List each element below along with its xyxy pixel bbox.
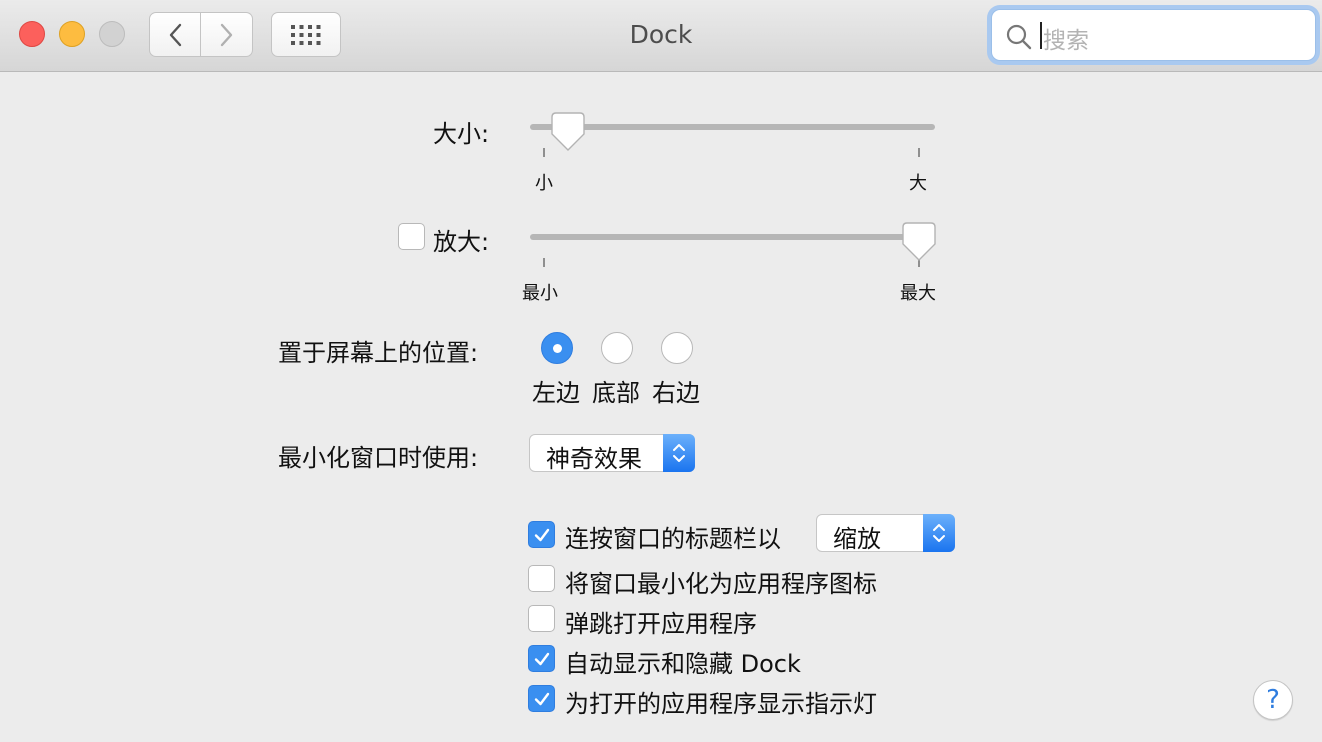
minimize-effect-popup[interactable]: 神奇效果 [529,434,695,473]
title-bar: Dock 搜索 [0,0,1322,72]
search-field[interactable]: 搜索 [991,9,1316,61]
minimize-effect-value: 神奇效果 [546,445,642,473]
checkmark-icon [534,692,550,706]
updown-arrows-icon [663,434,695,472]
autohide-dock-checkbox[interactable] [528,645,555,672]
position-bottom-label: 底部 [592,379,640,407]
magnification-max-label: 最大 [900,283,936,304]
option-label: 将窗口最小化为应用程序图标 [565,570,877,598]
magnification-label: 放大: [433,228,490,256]
option-label: 为打开的应用程序显示指示灯 [565,690,877,718]
size-slider-thumb[interactable] [551,112,585,152]
size-max-label: 大 [909,173,927,194]
position-right-label: 右边 [652,379,700,407]
minimize-into-app-icon-checkbox[interactable] [528,565,555,592]
minimize-effect-label: 最小化窗口时使用: [278,444,479,472]
titlebar-double-click-checkbox[interactable] [528,521,555,548]
checkmark-icon [534,652,550,666]
titlebar-double-click-value: 缩放 [833,525,881,553]
magnification-checkbox[interactable] [398,223,425,250]
size-label: 大小: [433,120,490,148]
magnification-slider-thumb[interactable] [902,222,936,262]
position-right-radio[interactable] [661,332,693,364]
size-max-tick [918,148,920,157]
option-label: 弹跳打开应用程序 [565,610,757,638]
help-button[interactable]: ? [1253,680,1293,720]
position-label: 置于屏幕上的位置: [278,339,479,367]
checkmark-icon [534,528,550,542]
titlebar-double-click-label: 连按窗口的标题栏以 [565,525,781,553]
position-bottom-radio[interactable] [601,332,633,364]
magnification-min-label: 最小 [522,283,558,304]
updown-arrows-icon [923,514,955,552]
option-label: 自动显示和隐藏 Dock [565,650,801,678]
magnification-slider-track[interactable] [530,234,935,240]
text-cursor [1040,22,1042,49]
animate-opening-checkbox[interactable] [528,605,555,632]
titlebar-double-click-popup[interactable]: 缩放 [816,514,955,553]
search-placeholder: 搜索 [1043,28,1089,54]
position-left-label: 左边 [532,379,580,407]
search-icon [1006,24,1032,50]
position-left-radio[interactable] [541,332,573,364]
size-min-tick [543,148,545,157]
size-min-label: 小 [535,173,553,194]
show-indicators-checkbox[interactable] [528,685,555,712]
magnification-min-tick [543,258,545,267]
size-slider-track[interactable] [530,124,935,130]
